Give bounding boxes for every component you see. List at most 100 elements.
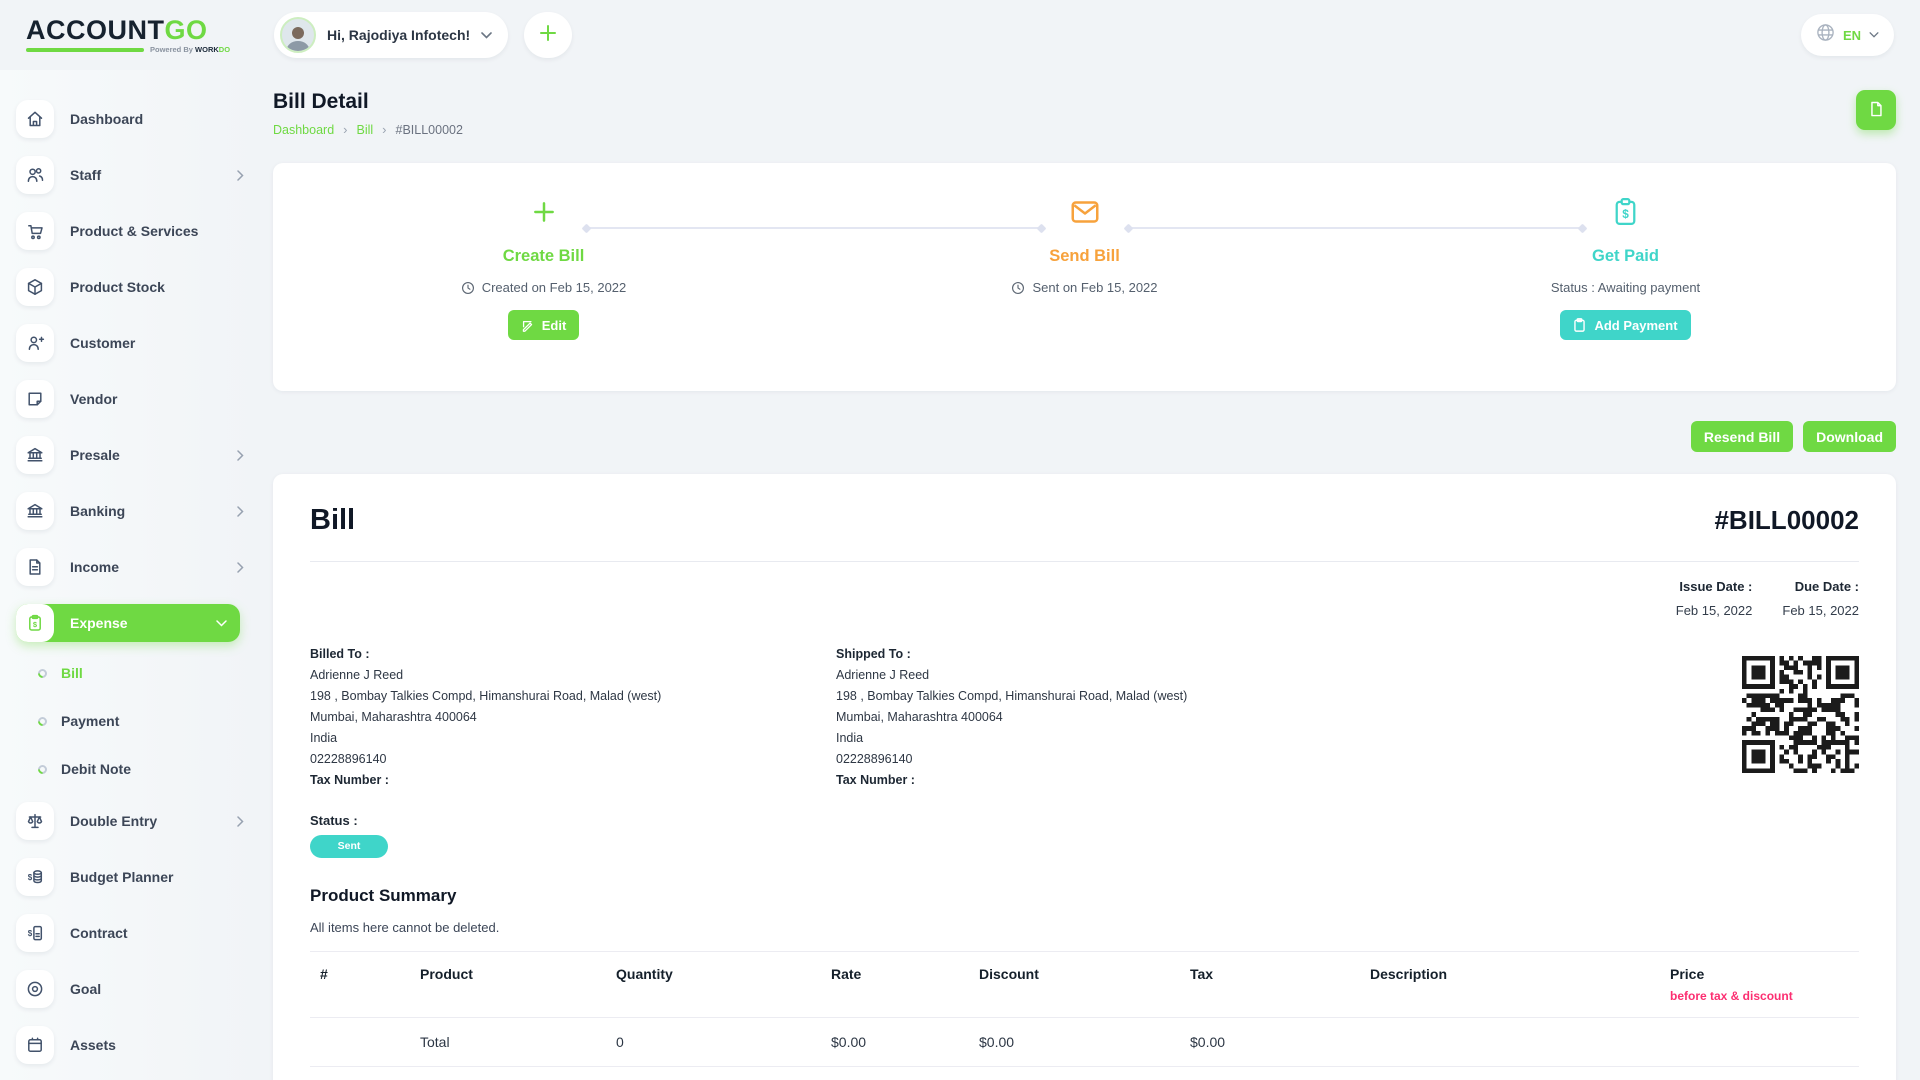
edit-button[interactable]: Edit [508,310,580,340]
product-summary-note: All items here cannot be deleted. [310,920,1859,935]
user-plus-icon [16,324,54,362]
clock-icon [1011,281,1025,295]
clipboard-icon [1573,318,1586,332]
svg-text:$: $ [1622,207,1629,221]
mail-icon [1070,194,1100,230]
bullet-icon [36,715,49,728]
breadcrumb-dashboard[interactable]: Dashboard [273,123,334,137]
bill-status: Status : Sent [310,813,1859,858]
scale-icon [16,802,54,840]
brand-logo[interactable]: ACCOUNTGO Powered By WORKDO [26,16,230,54]
accountgo-app: ACCOUNTGO Powered By WORKDO Hi, Rajodiya… [0,0,1920,1080]
sidebar-item-dashboard[interactable]: Dashboard [16,100,244,138]
sidebar-subitem-bill[interactable]: Bill [38,658,258,688]
sidebar-item-income[interactable]: Income [16,548,244,586]
breadcrumb-separator: › [382,125,386,135]
sidebar-item-contract[interactable]: $ Contract [16,914,244,952]
price-note: before tax & discount [1670,989,1849,1003]
bill-addresses: Billed To : Adrienne J Reed 198 , Bombay… [310,644,1859,791]
chevron-down-icon [481,32,492,39]
language-selector[interactable]: EN [1801,14,1894,56]
clock-icon [461,281,475,295]
sidebar-subitem-debit-note[interactable]: Debit Note [38,754,258,784]
note-icon [16,380,54,418]
chevron-right-icon [237,562,244,573]
chevron-down-icon [1869,32,1879,38]
download-button[interactable]: Download [1803,421,1896,452]
user-menu[interactable]: Hi, Rajodiya Infotech! [274,12,508,58]
brand-name: ACCOUNTGO [26,16,230,44]
table-header-row: # Product Quantity Rate Discount Tax Des… [310,952,1859,1018]
sidebar-item-presale[interactable]: Presale [16,436,244,474]
expense-submenu: Bill Payment Debit Note [38,658,258,784]
product-summary-title: Product Summary [310,886,1859,906]
step-detail: Sent on Feb 15, 2022 [1011,280,1157,295]
add-payment-button[interactable]: Add Payment [1560,310,1690,340]
bill-actions: Resend Bill Download [273,421,1896,452]
new-document-button[interactable] [1856,90,1896,130]
sidebar-item-product-stock[interactable]: Product Stock [16,268,244,306]
sidebar-item-product-services[interactable]: Product & Services [16,212,244,250]
sidebar-item-customer[interactable]: Customer [16,324,244,362]
document-icon [1867,100,1885,121]
status-badge: Sent [310,835,388,858]
divider [310,561,1859,562]
user-greeting: Hi, Rajodiya Infotech! [327,27,470,43]
bank-icon [16,492,54,530]
step-label: Send Bill [1049,247,1120,266]
topbar: ACCOUNTGO Powered By WORKDO Hi, Rajodiya… [0,0,1920,70]
invoice-icon [16,548,54,586]
product-table: # Product Quantity Rate Discount Tax Des… [310,951,1859,1067]
chevron-right-icon [237,816,244,827]
powered-by-tagline: Powered By WORKDO [150,45,230,54]
sidebar: Dashboard Staff Product & Services Produ… [0,70,258,1080]
page-title: Bill Detail [273,90,463,114]
chevron-right-icon [237,450,244,461]
quick-add-button[interactable] [524,12,572,58]
globe-icon [1816,23,1835,47]
step-detail: Created on Feb 15, 2022 [461,280,627,295]
home-icon [16,100,54,138]
breadcrumb-current: #BILL00002 [396,123,463,137]
step-label: Get Paid [1592,247,1659,266]
board-icon [16,1026,54,1064]
bank-icon [16,436,54,474]
step-create-bill: Create Bill Created on Feb 15, 2022 Edit [273,163,814,391]
qr-code [1742,656,1859,773]
sidebar-item-double-entry[interactable]: Double Entry [16,802,244,840]
sidebar-item-budget-planner[interactable]: $ Budget Planner [16,858,244,896]
pencil-icon [521,319,534,332]
sidebar-item-expense[interactable]: $ Expense [16,604,240,642]
sidebar-subitem-payment[interactable]: Payment [38,706,258,736]
sidebar-item-goal[interactable]: Goal [16,970,244,1008]
sidebar-item-assets[interactable]: Assets [16,1026,244,1064]
logo-underline [26,48,144,52]
receipt-dollar-icon: $ [1612,194,1639,230]
step-connector [585,227,1042,229]
contract-icon: $ [16,914,54,952]
subtotal-row: Sub Total $0.00 [310,1067,1859,1080]
bill-dates: Issue Date : Feb 15, 2022 Due Date : Feb… [310,579,1859,618]
chevron-down-icon [216,620,227,627]
sidebar-item-staff[interactable]: Staff [16,156,244,194]
step-get-paid: $ Get Paid Status : Awaiting payment Add… [1355,163,1896,391]
target-icon [16,970,54,1008]
clipboard-dollar-icon: $ [16,604,54,642]
step-label: Create Bill [503,247,585,266]
sidebar-item-banking[interactable]: Banking [16,492,244,530]
sidebar-item-vendor[interactable]: Vendor [16,380,244,418]
language-code: EN [1843,28,1861,43]
bill-document-card: Bill #BILL00002 Issue Date : Feb 15, 202… [273,474,1896,1080]
bill-number: #BILL00002 [1714,505,1859,536]
shipped-to-block: Shipped To : Adrienne J Reed 198 , Bomba… [836,644,1266,791]
breadcrumb-bill[interactable]: Bill [357,123,374,137]
bullet-icon [36,667,49,680]
svg-text:$: $ [28,873,33,882]
shopping-cart-icon [16,212,54,250]
resend-bill-button[interactable]: Resend Bill [1691,421,1793,452]
svg-text:$: $ [33,620,38,629]
issue-date: Issue Date : Feb 15, 2022 [1676,579,1753,618]
users-icon [16,156,54,194]
bullet-icon [36,763,49,776]
plus-icon [539,24,557,47]
